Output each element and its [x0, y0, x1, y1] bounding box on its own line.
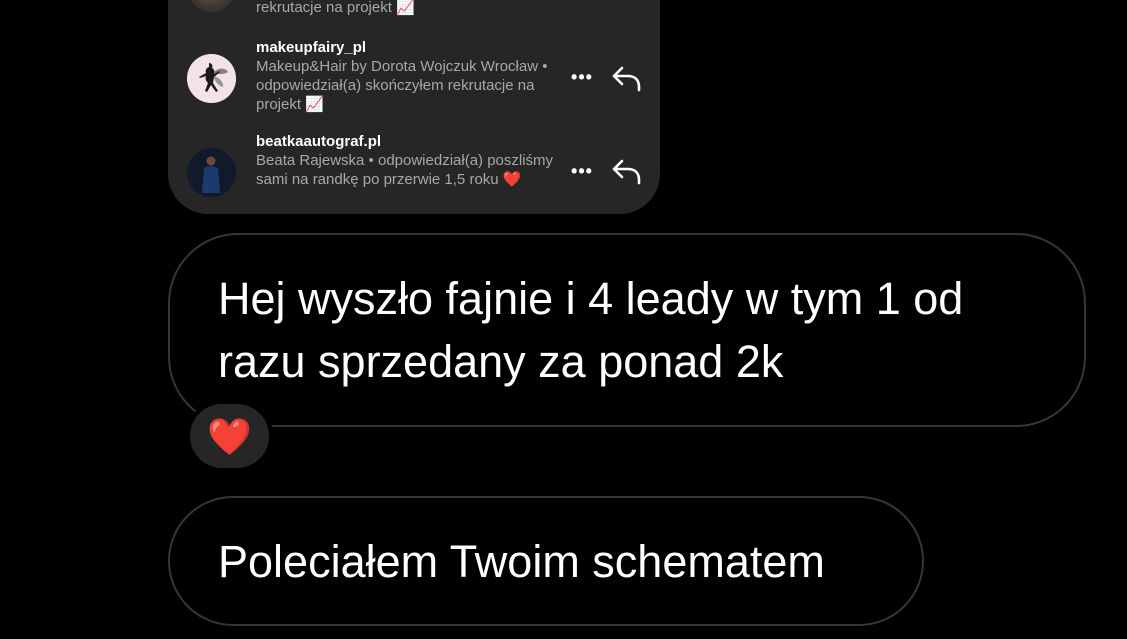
reply-icon[interactable]: [611, 158, 643, 186]
activity-description: Beata Rajewska • odpowiedział(a) poszliś…: [256, 152, 554, 188]
avatar: [187, 148, 236, 197]
more-options-icon[interactable]: •••: [569, 162, 595, 184]
activity-username[interactable]: makeupfairy_pl: [256, 38, 556, 57]
activity-card: rekrutacje na projekt 📈 makeupfairy_pl M…: [168, 0, 660, 214]
more-options-icon[interactable]: •••: [569, 68, 595, 90]
activity-username[interactable]: beatkaautograf.pl: [256, 132, 556, 151]
message-bubble[interactable]: Hej wyszło fajnie i 4 leady w tym 1 od r…: [168, 233, 1086, 427]
message-text: Poleciałem Twoim schematem: [218, 536, 825, 587]
activity-row-text: beatkaautograf.pl Beata Rajewska • odpow…: [256, 132, 556, 189]
activity-description: Makeup&Hair by Dorota Wojczuk Wrocław • …: [256, 58, 548, 113]
fairy-avatar-icon: [187, 54, 236, 103]
message-text: Hej wyszło fajnie i 4 leady w tym 1 od r…: [218, 273, 964, 387]
activity-row[interactable]: rekrutacje na projekt 📈: [168, 0, 660, 18]
reaction-badge[interactable]: ❤️: [186, 400, 273, 472]
person-avatar-icon: [187, 148, 236, 197]
activity-description: rekrutacje na projekt 📈: [256, 0, 415, 16]
activity-row[interactable]: beatkaautograf.pl Beata Rajewska • odpow…: [168, 132, 660, 214]
reply-icon[interactable]: [611, 65, 643, 93]
avatar: [187, 54, 236, 103]
message-bubble[interactable]: Poleciałem Twoim schematem: [168, 496, 924, 626]
activity-row-text: rekrutacje na projekt 📈: [256, 0, 556, 17]
activity-row-text: makeupfairy_pl Makeup&Hair by Dorota Woj…: [256, 38, 556, 114]
avatar: [187, 0, 236, 12]
activity-row[interactable]: makeupfairy_pl Makeup&Hair by Dorota Woj…: [168, 38, 660, 128]
heart-icon: ❤️: [207, 416, 252, 457]
